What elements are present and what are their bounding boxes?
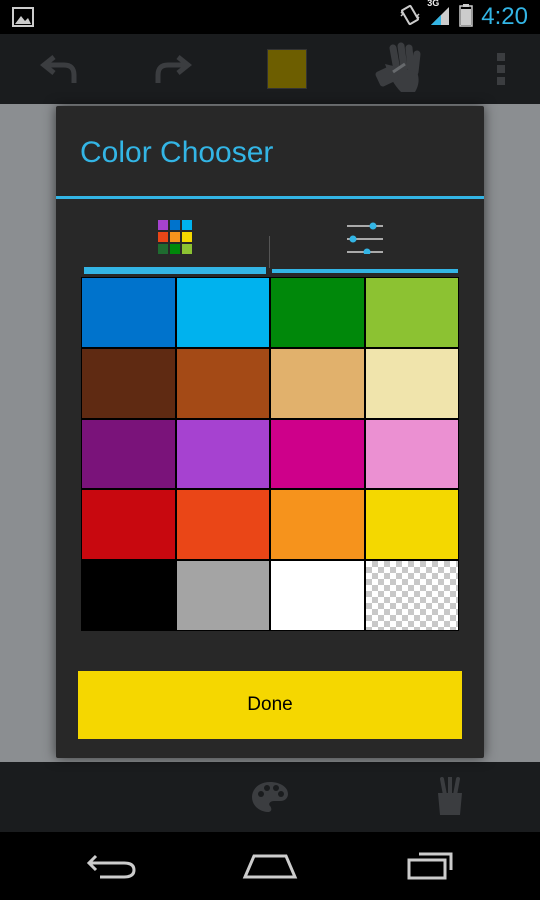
color-swatch[interactable] — [365, 278, 458, 347]
sliders-icon — [347, 222, 383, 254]
overflow-menu-icon — [497, 53, 505, 85]
color-swatch[interactable] — [365, 490, 458, 560]
battery-icon — [459, 3, 474, 32]
brushes-icon — [438, 777, 462, 815]
color-swatch[interactable] — [82, 561, 175, 630]
home-icon — [242, 854, 298, 879]
current-color-button[interactable] — [262, 34, 312, 104]
navigation-bar — [0, 832, 540, 900]
undo-button[interactable] — [30, 34, 90, 104]
brushes-button[interactable] — [428, 762, 472, 832]
overflow-menu-button[interactable] — [484, 34, 518, 104]
redo-button[interactable] — [142, 34, 202, 104]
home-button[interactable] — [230, 844, 310, 888]
recent-apps-button[interactable] — [390, 844, 470, 888]
color-swatch[interactable] — [82, 419, 175, 489]
recent-apps-icon — [407, 852, 453, 880]
undo-icon — [40, 55, 77, 83]
tab-indicator-active — [84, 267, 266, 274]
tab-separator — [269, 236, 270, 268]
palette-button[interactable] — [245, 762, 295, 832]
color-swatch[interactable] — [365, 419, 458, 489]
gallery-icon — [12, 7, 34, 32]
status-bar: 3G 4:20 — [0, 0, 540, 34]
color-swatch[interactable] — [365, 348, 458, 418]
signal-icon: 3G — [427, 0, 451, 31]
swatch-grid — [81, 277, 459, 631]
swatch-transparent[interactable] — [365, 561, 458, 630]
title-divider — [56, 196, 484, 199]
color-swatch[interactable] — [271, 490, 364, 560]
back-icon — [86, 854, 136, 879]
color-swatch[interactable] — [271, 348, 364, 418]
paint-bucket-button[interactable] — [368, 34, 432, 104]
dialog-title: Color Chooser — [80, 136, 274, 169]
vibrate-icon — [399, 4, 421, 31]
color-swatch[interactable] — [176, 278, 269, 347]
color-swatch[interactable] — [271, 419, 364, 489]
network-type-label: 3G — [427, 0, 440, 8]
color-chooser-dialog: Color Chooser Done — [56, 106, 484, 758]
color-swatch[interactable] — [176, 348, 269, 418]
color-swatch[interactable] — [82, 278, 175, 347]
color-swatch[interactable] — [176, 490, 269, 560]
palette-grid-icon — [158, 220, 192, 254]
tab-indicator-inactive — [272, 269, 458, 273]
back-button[interactable] — [72, 844, 152, 888]
clock: 4:20 — [481, 3, 528, 30]
current-color-icon — [267, 49, 307, 89]
action-bar — [0, 34, 540, 104]
color-swatch[interactable] — [176, 561, 269, 630]
color-swatch[interactable] — [82, 348, 175, 418]
palette-icon — [252, 782, 288, 812]
color-swatch[interactable] — [176, 419, 269, 489]
color-swatch[interactable] — [271, 561, 364, 630]
color-swatch[interactable] — [82, 490, 175, 560]
paint-bucket-icon — [375, 42, 421, 92]
bottom-toolbar — [0, 762, 540, 832]
done-button[interactable]: Done — [78, 671, 462, 739]
tab-sliders[interactable] — [272, 216, 458, 276]
redo-icon — [155, 55, 192, 83]
color-swatch[interactable] — [271, 278, 364, 347]
